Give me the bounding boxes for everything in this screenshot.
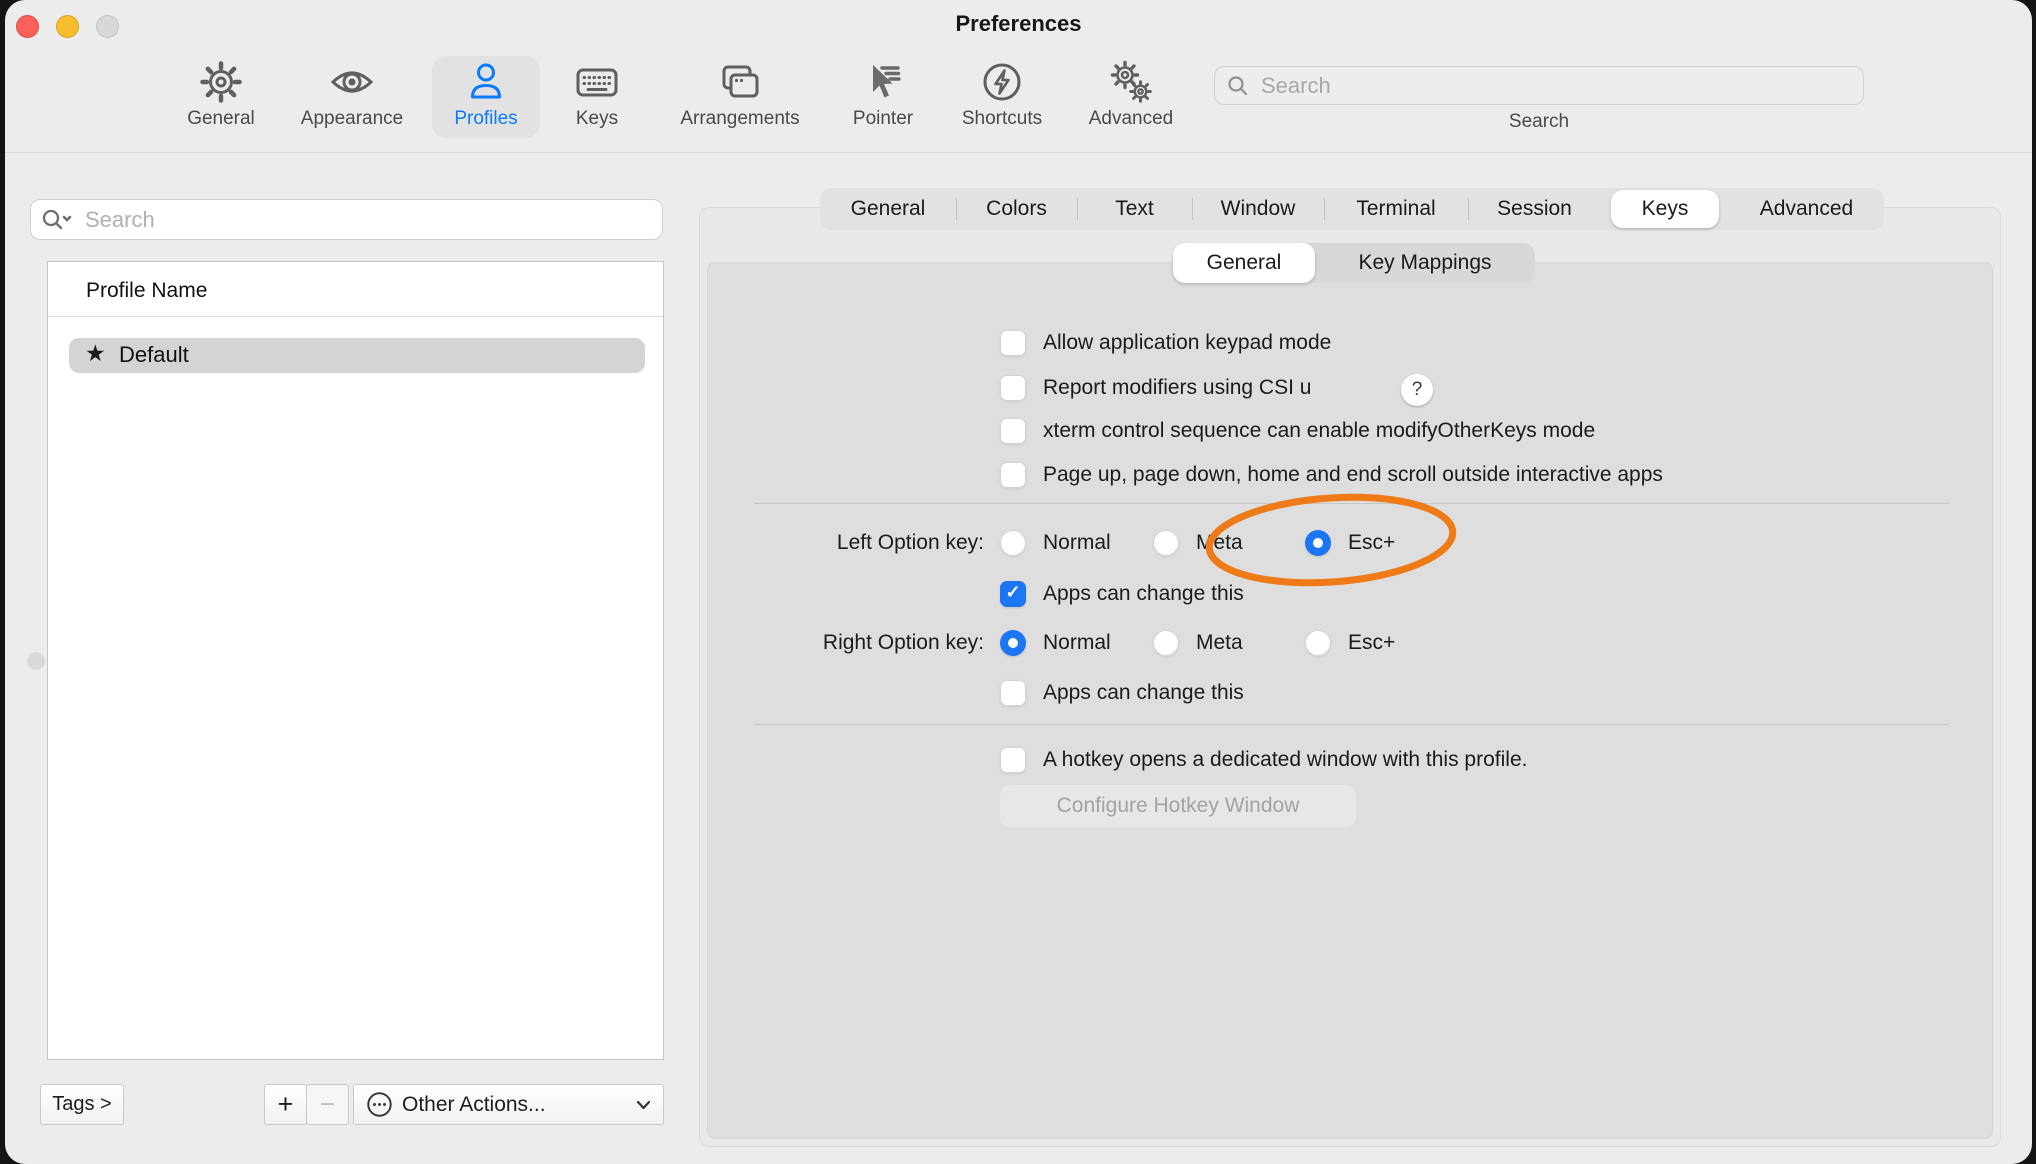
toolbar-label: Advanced — [1089, 108, 1174, 130]
radio-right-normal[interactable] — [1000, 630, 1026, 656]
toolbar-item-shortcuts[interactable]: Shortcuts — [937, 57, 1067, 137]
preferences-window: Preferences General Appearance Profiles — [5, 0, 2032, 1164]
radio-left-meta[interactable] — [1153, 530, 1179, 556]
toolbar-item-arrangements[interactable]: Arrangements — [675, 57, 805, 137]
profile-name: Default — [119, 342, 189, 368]
tab-colors[interactable]: Colors — [956, 188, 1077, 230]
profile-list: Profile Name ★ Default — [47, 261, 664, 1060]
tags-button[interactable]: Tags > — [40, 1084, 124, 1125]
toolbar-search-input[interactable] — [1259, 72, 1851, 100]
toolbar-label: Profiles — [454, 108, 517, 130]
toolbar-item-appearance[interactable]: Appearance — [287, 57, 417, 137]
section-divider — [754, 503, 1949, 504]
radio-label: Esc+ — [1348, 629, 1395, 657]
toolbar-search-label: Search — [1439, 111, 1639, 133]
section-divider — [754, 724, 1949, 725]
keys-general-panel — [707, 262, 1993, 1139]
add-profile-button[interactable]: + — [264, 1084, 307, 1125]
radio-right-meta[interactable] — [1153, 630, 1179, 656]
cursor-icon — [860, 57, 906, 107]
checkbox-left-apps-change[interactable] — [1000, 581, 1026, 607]
radio-label: Meta — [1196, 529, 1243, 557]
keys-subtab-bar: General Key Mappings — [1173, 243, 1535, 283]
splitter-handle[interactable] — [27, 652, 45, 670]
profile-search-input[interactable] — [83, 206, 652, 234]
gears-icon — [1108, 57, 1154, 107]
checkbox-scroll-outside-apps[interactable] — [1000, 462, 1026, 488]
toolbar-item-general[interactable]: General — [156, 57, 286, 137]
window-title: Preferences — [5, 11, 2032, 37]
checkbox-label: Apps can change this — [1043, 580, 1244, 608]
toolbar-search-field[interactable] — [1214, 66, 1864, 105]
profile-row-default[interactable]: ★ Default — [69, 338, 645, 373]
checkbox-label: A hotkey opens a dedicated window with t… — [1043, 746, 1527, 774]
toolbar-label: Shortcuts — [962, 108, 1042, 130]
tab-advanced[interactable]: Advanced — [1729, 188, 1884, 230]
toolbar-item-keys[interactable]: Keys — [532, 57, 662, 137]
chevron-down-icon — [636, 1100, 651, 1110]
tab-keys[interactable]: Keys — [1601, 188, 1729, 230]
toolbar-label: Keys — [576, 108, 618, 130]
radio-label: Meta — [1196, 629, 1243, 657]
radio-right-esc[interactable] — [1305, 630, 1331, 656]
tab-session[interactable]: Session — [1468, 188, 1601, 230]
toolbar-label: Pointer — [853, 108, 913, 130]
tab-general[interactable]: General — [820, 188, 956, 230]
tab-window[interactable]: Window — [1192, 188, 1324, 230]
radio-left-esc[interactable] — [1305, 530, 1331, 556]
checkbox-right-apps-change[interactable] — [1000, 680, 1026, 706]
tab-text[interactable]: Text — [1077, 188, 1192, 230]
keyboard-icon — [574, 57, 620, 107]
other-actions-label: Other Actions... — [402, 1093, 636, 1117]
checkbox-hotkey-window[interactable] — [1000, 747, 1026, 773]
toolbar-item-pointer[interactable]: Pointer — [818, 57, 948, 137]
checkbox-label: Allow application keypad mode — [1043, 329, 1331, 357]
gear-icon — [198, 57, 244, 107]
radio-label: Esc+ — [1348, 529, 1395, 557]
checkbox-label: xterm control sequence can enable modify… — [1043, 417, 1595, 445]
checkbox-modify-other-keys[interactable] — [1000, 418, 1026, 444]
list-header-divider — [48, 316, 663, 317]
circle-ellipsis-icon — [366, 1091, 393, 1118]
help-button[interactable]: ? — [1401, 374, 1433, 406]
profile-search-field[interactable] — [30, 199, 663, 240]
checkbox-keypad-mode[interactable] — [1000, 330, 1026, 356]
star-icon: ★ — [85, 340, 106, 367]
toolbar-divider — [5, 152, 2032, 153]
configure-hotkey-window-button[interactable]: Configure Hotkey Window — [1000, 785, 1356, 827]
search-icon — [1227, 75, 1249, 97]
bolt-circle-icon — [979, 57, 1025, 107]
subtab-key-mappings[interactable]: Key Mappings — [1315, 243, 1535, 283]
radio-label: Normal — [1043, 629, 1111, 657]
subtab-general[interactable]: General — [1173, 243, 1315, 283]
eye-icon — [329, 57, 375, 107]
toolbar-label: Arrangements — [680, 108, 799, 130]
windows-icon — [717, 57, 763, 107]
checkbox-label: Apps can change this — [1043, 679, 1244, 707]
toolbar-item-advanced[interactable]: Advanced — [1066, 57, 1196, 137]
right-option-key-label: Right Option key: — [699, 629, 984, 657]
toolbar-label: Appearance — [301, 108, 403, 130]
remove-profile-button[interactable]: − — [306, 1084, 349, 1125]
person-icon — [463, 57, 509, 107]
search-filter-icon — [41, 208, 75, 232]
toolbar-label: General — [187, 108, 255, 130]
screenshot-root: Preferences General Appearance Profiles — [0, 0, 2036, 1164]
checkbox-label: Report modifiers using CSI u — [1043, 374, 1311, 402]
radio-label: Normal — [1043, 529, 1111, 557]
profile-tab-bar: General Colors Text Window Terminal Sess… — [820, 188, 1884, 230]
checkbox-label: Page up, page down, home and end scroll … — [1043, 461, 1663, 489]
left-option-key-label: Left Option key: — [699, 529, 984, 557]
checkbox-csi-u[interactable] — [1000, 375, 1026, 401]
radio-left-normal[interactable] — [1000, 530, 1026, 556]
profile-list-header: Profile Name — [86, 279, 207, 303]
other-actions-dropdown[interactable]: Other Actions... — [353, 1084, 664, 1125]
tab-terminal[interactable]: Terminal — [1324, 188, 1468, 230]
